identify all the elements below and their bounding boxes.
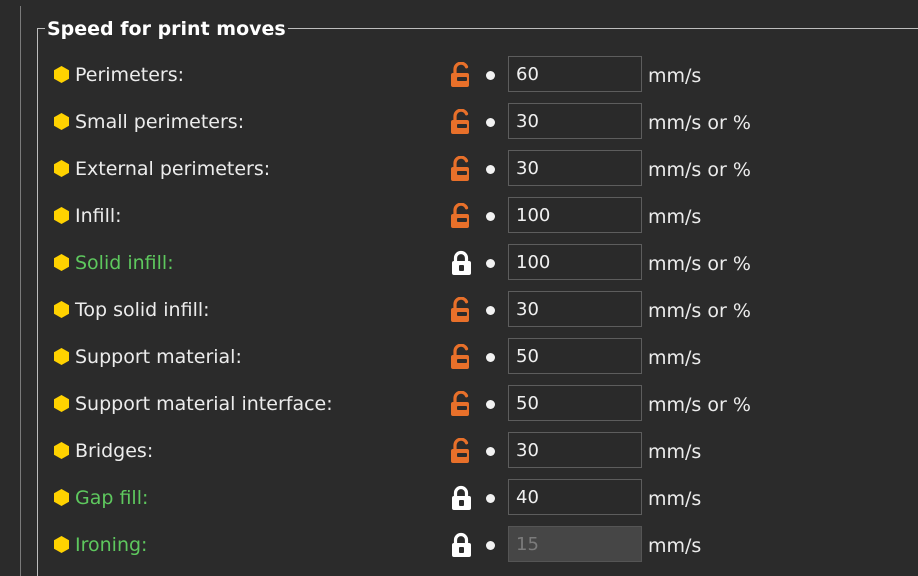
- reset-dot-icon[interactable]: [486, 400, 495, 409]
- unit-label: mm/s: [648, 206, 702, 228]
- reset-dot-icon[interactable]: [486, 212, 495, 221]
- speed-value-input[interactable]: [508, 56, 642, 92]
- settings-page: Speed for print moves Perimeters: mm/s Sma…: [0, 0, 918, 576]
- mode-hexagon-icon: [54, 160, 69, 177]
- unlocked-lock-icon[interactable]: [450, 343, 473, 370]
- locked-lock-icon[interactable]: [450, 250, 473, 276]
- unlocked-lock-icon[interactable]: [450, 155, 473, 182]
- setting-label: Support material:: [75, 346, 242, 368]
- mode-hexagon-icon: [54, 489, 69, 506]
- unlocked-lock-icon[interactable]: [450, 61, 473, 88]
- setting-label: Small perimeters:: [75, 111, 245, 133]
- speed-value-input[interactable]: [508, 432, 642, 468]
- setting-label: External perimeters:: [75, 158, 271, 180]
- speed-value-input[interactable]: [508, 338, 642, 374]
- setting-label: Perimeters:: [75, 64, 185, 86]
- unit-label: mm/s: [648, 488, 702, 510]
- setting-row: Support material interface: mm/s or %: [0, 385, 918, 425]
- unit-label: mm/s or %: [648, 253, 751, 275]
- setting-row: Small perimeters: mm/s or %: [0, 103, 918, 143]
- mode-hexagon-icon: [54, 301, 69, 318]
- reset-dot-icon[interactable]: [486, 306, 495, 315]
- speed-value-input[interactable]: [508, 479, 642, 515]
- speed-value-input: [508, 526, 642, 562]
- unit-label: mm/s or %: [648, 300, 751, 322]
- unit-label: mm/s: [648, 347, 702, 369]
- group-title: Speed for print moves: [45, 17, 288, 41]
- unit-label: mm/s or %: [648, 112, 751, 134]
- reset-dot-icon[interactable]: [486, 118, 495, 127]
- mode-hexagon-icon: [54, 348, 69, 365]
- setting-row: Support material: mm/s: [0, 338, 918, 378]
- unit-label: mm/s: [648, 65, 702, 87]
- setting-label: Ironing:: [75, 534, 148, 556]
- mode-hexagon-icon: [54, 395, 69, 412]
- unit-label: mm/s or %: [648, 159, 751, 181]
- unit-label: mm/s: [648, 535, 702, 557]
- unlocked-lock-icon[interactable]: [450, 108, 473, 135]
- speed-value-input[interactable]: [508, 291, 642, 327]
- setting-row: Bridges: mm/s: [0, 432, 918, 472]
- reset-dot-icon[interactable]: [486, 165, 495, 174]
- reset-dot-icon[interactable]: [486, 71, 495, 80]
- mode-hexagon-icon: [54, 207, 69, 224]
- speed-value-input[interactable]: [508, 103, 642, 139]
- reset-dot-icon[interactable]: [486, 541, 495, 550]
- unlocked-lock-icon[interactable]: [450, 296, 473, 323]
- setting-label: Support material interface:: [75, 393, 333, 415]
- mode-hexagon-icon: [54, 536, 69, 553]
- unit-label: mm/s or %: [648, 394, 751, 416]
- setting-row: Perimeters: mm/s: [0, 56, 918, 96]
- mode-hexagon-icon: [54, 66, 69, 83]
- setting-row: Solid infill: mm/s or %: [0, 244, 918, 284]
- reset-dot-icon[interactable]: [486, 353, 495, 362]
- unlocked-lock-icon[interactable]: [450, 390, 473, 417]
- setting-row: Gap fill: mm/s: [0, 479, 918, 519]
- reset-dot-icon[interactable]: [486, 447, 495, 456]
- setting-row: External perimeters: mm/s or %: [0, 150, 918, 190]
- setting-row: Infill: mm/s: [0, 197, 918, 237]
- reset-dot-icon[interactable]: [486, 494, 495, 503]
- speed-value-input[interactable]: [508, 197, 642, 233]
- setting-label: Infill:: [75, 205, 122, 227]
- locked-lock-icon[interactable]: [450, 485, 473, 511]
- locked-lock-icon[interactable]: [450, 532, 473, 558]
- speed-value-input[interactable]: [508, 244, 642, 280]
- setting-label: Gap fill:: [75, 487, 149, 509]
- setting-row: Ironing: mm/s: [0, 526, 918, 566]
- reset-dot-icon[interactable]: [486, 259, 495, 268]
- setting-label: Top solid infill:: [75, 299, 210, 321]
- unlocked-lock-icon[interactable]: [450, 437, 473, 464]
- setting-row: Top solid infill: mm/s or %: [0, 291, 918, 331]
- speed-value-input[interactable]: [508, 150, 642, 186]
- unit-label: mm/s: [648, 441, 702, 463]
- mode-hexagon-icon: [54, 113, 69, 130]
- speed-value-input[interactable]: [508, 385, 642, 421]
- setting-label: Solid infill:: [75, 252, 174, 274]
- setting-label: Bridges:: [75, 440, 154, 462]
- mode-hexagon-icon: [54, 442, 69, 459]
- unlocked-lock-icon[interactable]: [450, 202, 473, 229]
- mode-hexagon-icon: [54, 254, 69, 271]
